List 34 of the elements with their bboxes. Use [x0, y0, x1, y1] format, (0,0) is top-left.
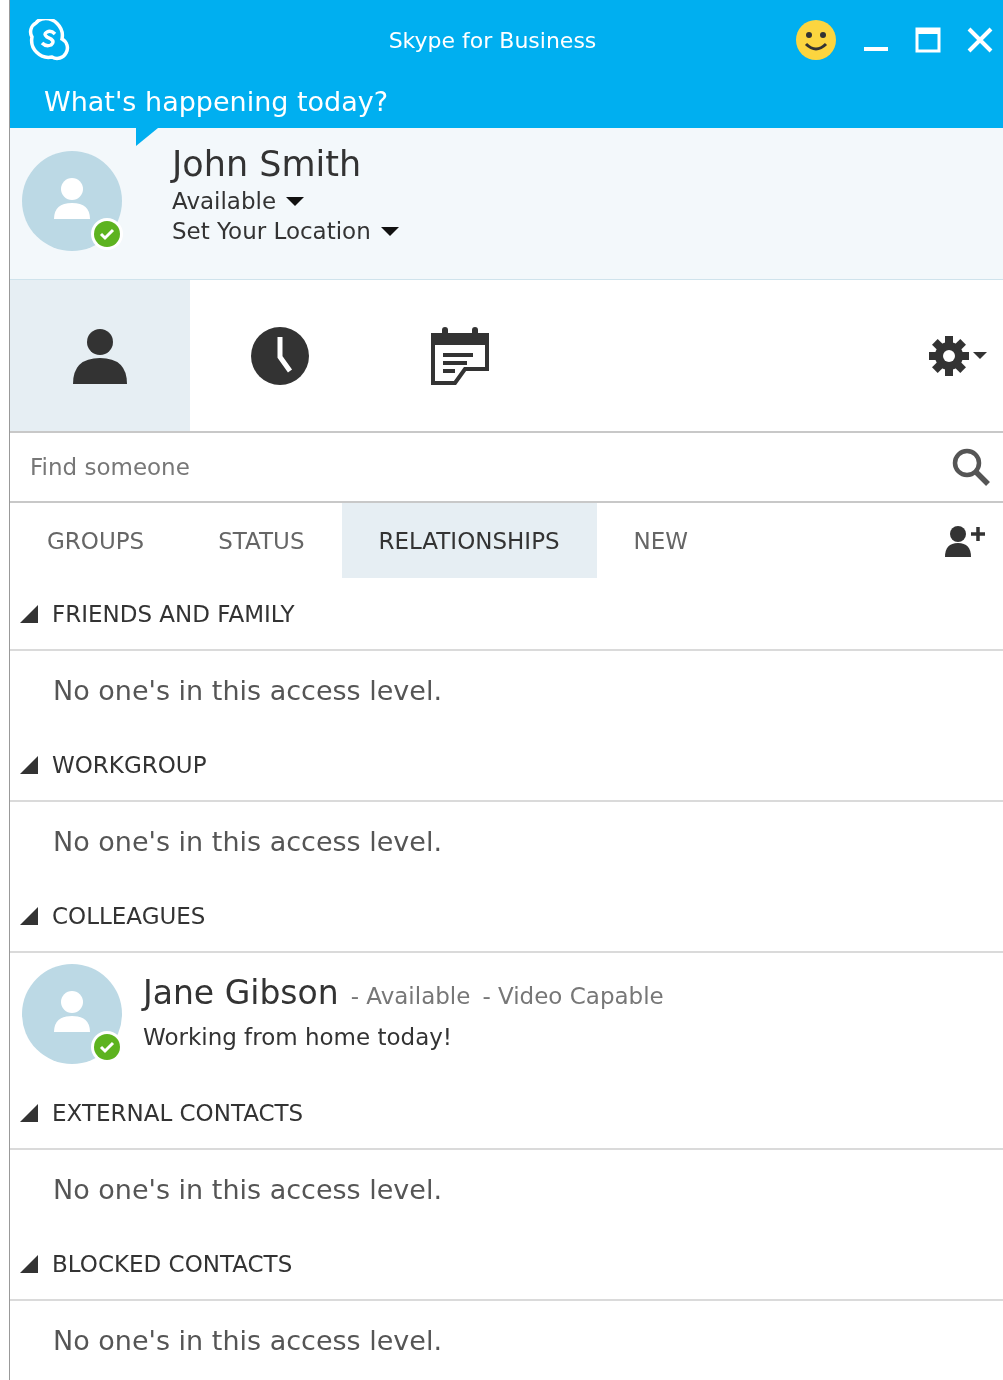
contact-note: Working from home today! [143, 1024, 454, 1050]
avatar-icon [22, 964, 122, 1064]
skype-logo-icon [28, 19, 70, 61]
group-header[interactable]: WORKGROUP [10, 729, 1003, 802]
gear-icon [929, 335, 989, 376]
location-dropdown[interactable]: Set Your Location [172, 218, 399, 244]
search-field[interactable]: Find someone [28, 453, 951, 481]
window-title: Skype for Business [387, 27, 598, 53]
person-icon [73, 327, 127, 384]
filter-tab[interactable]: STATUS [181, 503, 342, 578]
empty-group-text: No one's in this access level. [53, 1173, 442, 1205]
contact-name[interactable]: Jane Gibson [143, 973, 339, 1012]
empty-group-text: No one's in this access level. [53, 825, 442, 857]
smiley-icon[interactable] [795, 19, 837, 61]
group-header[interactable]: EXTERNAL CONTACTS [10, 1077, 1003, 1150]
mood-field[interactable]: What's happening today? [44, 86, 544, 117]
user-name: John Smith [172, 144, 363, 184]
nav-tab[interactable] [10, 280, 190, 431]
calendar-note-icon [429, 324, 491, 387]
group-header[interactable]: FRIENDS AND FAMILY [10, 578, 1003, 651]
empty-group-text: No one's in this access level. [53, 674, 442, 706]
clock-icon [251, 326, 309, 385]
status-dropdown[interactable]: Available [172, 188, 399, 214]
group-header[interactable]: BLOCKED CONTACTS [10, 1228, 1003, 1301]
search-icon[interactable] [951, 447, 991, 487]
contact-capability: - Video Capable [482, 983, 664, 1009]
group-header[interactable]: COLLEAGUES [10, 880, 1003, 953]
filter-tab[interactable]: GROUPS [10, 503, 182, 578]
filter-tab[interactable]: RELATIONSHIPS [341, 503, 597, 578]
add-contact-icon[interactable] [945, 524, 987, 557]
empty-group-text: No one's in this access level. [53, 1324, 442, 1356]
filter-tab[interactable]: NEW [596, 503, 726, 578]
contact-status: - Available [350, 983, 471, 1009]
avatar-icon [22, 151, 122, 251]
